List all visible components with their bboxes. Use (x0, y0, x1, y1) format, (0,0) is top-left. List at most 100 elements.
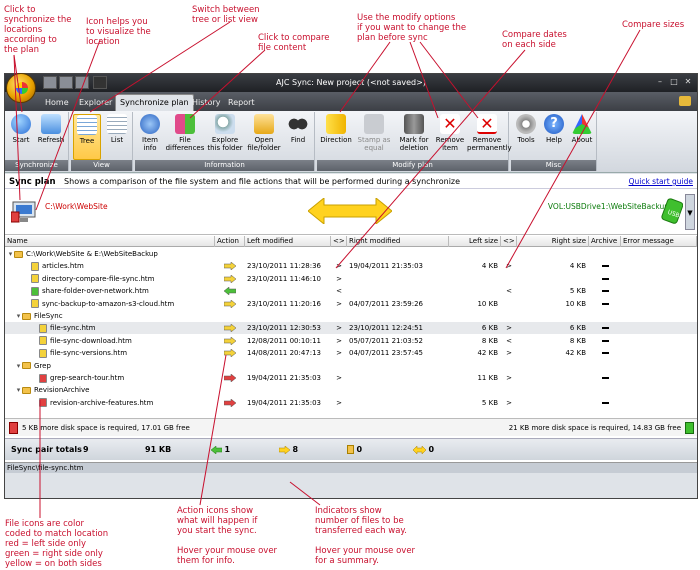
right-trash-icon (685, 422, 694, 434)
tab-report[interactable]: Report (224, 96, 259, 111)
file-row[interactable]: file-sync-versions.htm 14/08/2011 20:47:1… (5, 347, 697, 359)
file-row[interactable]: directory-compare-file-sync.htm 23/10/201… (5, 273, 697, 285)
copy-right-arrow-icon[interactable] (223, 274, 237, 284)
cell-action[interactable] (215, 347, 245, 359)
copy-right-arrow-icon[interactable] (223, 348, 237, 358)
cell-action[interactable] (215, 372, 245, 384)
cell-action[interactable] (215, 360, 245, 372)
archive-dash-icon (601, 290, 609, 293)
copy-right-arrow-icon[interactable] (223, 299, 237, 309)
cell-action[interactable] (215, 285, 245, 297)
cell-action[interactable] (215, 384, 245, 396)
file-row[interactable]: file-sync-download.htm 12/08/2011 00:10:1… (5, 335, 697, 347)
expand-icon[interactable]: ▾ (15, 310, 22, 322)
tree-view-button[interactable]: Tree (73, 114, 101, 160)
minimize-icon[interactable]: – (655, 77, 665, 87)
cell-scmp (501, 384, 517, 396)
cell-action[interactable] (215, 322, 245, 334)
file-row[interactable]: revision-archive-features.htm 19/04/2011 … (5, 397, 697, 409)
tab-synchronize-plan[interactable]: Synchronize plan (115, 94, 194, 111)
col-archive[interactable]: Archive (589, 236, 621, 247)
quick-access-save[interactable] (75, 76, 89, 89)
col-right-size[interactable]: Right size (517, 236, 589, 247)
explore-folder-button[interactable]: Explore this folder (207, 114, 243, 152)
start-button[interactable]: Start (9, 114, 33, 144)
folder-row[interactable]: ▾ RevisionArchive (5, 384, 697, 396)
about-button[interactable]: About (569, 114, 595, 144)
remove-item-button[interactable]: ✕ Remove item (435, 114, 465, 152)
expand-icon[interactable]: ▾ (15, 384, 22, 396)
col-left-size[interactable]: Left size (449, 236, 501, 247)
group-label-modify: Modify plan (317, 160, 508, 171)
group-label-misc: Misc (511, 160, 596, 171)
tab-history[interactable]: History (188, 96, 224, 111)
cell-lsize: 8 KB (481, 336, 498, 345)
help-button[interactable]: ? Help (541, 114, 567, 144)
conflicts-indicator[interactable]: 0 (412, 439, 434, 461)
quick-access-open[interactable] (59, 76, 73, 89)
col-action[interactable]: Action (215, 236, 245, 247)
location-dropdown[interactable]: ▼ (685, 194, 695, 230)
to-left-indicator[interactable]: 1 (210, 439, 230, 461)
file-row[interactable]: share-folder-over-network.htm < <5 KB (5, 285, 697, 297)
copy-right-arrow-icon[interactable] (223, 261, 237, 271)
deleted-indicator[interactable]: 0 (347, 439, 362, 461)
close-icon[interactable]: ✕ (683, 77, 693, 87)
cell-action[interactable] (215, 335, 245, 347)
maximize-icon[interactable]: □ (669, 77, 679, 87)
cell-action[interactable] (215, 260, 245, 272)
file-row[interactable]: file-sync.htm 23/10/2011 12:30:53 >23/10/2… (5, 322, 697, 335)
stamp-equal-button[interactable]: Stamp as equal (355, 114, 393, 152)
archive-dash-icon (601, 401, 609, 404)
copy-new-right-arrow-icon[interactable] (223, 373, 237, 383)
to-right-indicator[interactable]: 8 (278, 439, 298, 461)
tab-home[interactable]: Home (41, 96, 73, 111)
col-error-message[interactable]: Error message (621, 236, 697, 247)
right-location-path[interactable]: VOL:USBDrive1:\WebSiteBackup (548, 202, 669, 211)
col-size-compare[interactable]: <> (501, 236, 517, 247)
file-differences-button[interactable]: File differences (165, 114, 205, 152)
tab-explorer[interactable]: Explorer (75, 96, 116, 111)
totals-count: 9 (83, 445, 89, 454)
item-info-button[interactable]: Item info (137, 114, 163, 152)
left-location-path[interactable]: C:\Work\WebSite (45, 202, 108, 211)
cell-action[interactable] (215, 298, 245, 310)
root-row[interactable]: ▾ C:\Work\WebSite & E:\WebSiteBackup (5, 248, 697, 260)
refresh-button[interactable]: Refresh (36, 114, 66, 144)
quick-access-start[interactable] (93, 76, 107, 89)
col-right-modified[interactable]: Right modified (347, 236, 449, 247)
col-left-modified[interactable]: Left modified (245, 236, 331, 247)
file-row[interactable]: grep-search-tour.htm 19/04/2011 21:35:03 >… (5, 372, 697, 384)
copy-new-right-arrow-icon[interactable] (223, 398, 237, 408)
file-row[interactable]: sync-backup-to-amazon-s3-cloud.htm 23/10/… (5, 298, 697, 310)
options-icon[interactable] (679, 96, 691, 106)
tools-button[interactable]: Tools (513, 114, 539, 144)
trash-icon (404, 114, 424, 134)
stamp-icon (364, 114, 384, 134)
cell-action[interactable] (215, 248, 245, 260)
cell-action[interactable] (215, 273, 245, 285)
copy-right-arrow-icon[interactable] (223, 323, 237, 333)
expand-icon[interactable]: ▾ (7, 248, 14, 260)
cell-action[interactable] (215, 310, 245, 322)
expand-icon[interactable]: ▾ (15, 360, 22, 372)
cell-action[interactable] (215, 397, 245, 409)
folder-row[interactable]: ▾ FileSync (5, 310, 697, 322)
application-menu-button[interactable] (6, 73, 36, 103)
quick-access-new[interactable] (43, 76, 57, 89)
folder-row[interactable]: ▾ Grep (5, 360, 697, 372)
remove-permanently-button[interactable]: ✕ Remove permanently (467, 114, 512, 152)
cell-archive (589, 260, 621, 272)
col-date-compare[interactable]: <> (331, 236, 347, 247)
copy-left-arrow-icon[interactable] (223, 286, 237, 296)
col-name[interactable]: Name (5, 236, 215, 247)
find-button[interactable]: Find (285, 114, 311, 144)
file-row[interactable]: articles.htm 23/10/2011 11:28:36 >19/04/20… (5, 260, 697, 272)
mark-deletion-button[interactable]: Mark for deletion (395, 114, 433, 152)
direction-button[interactable]: Direction (319, 114, 353, 144)
copy-right-arrow-icon[interactable] (223, 336, 237, 346)
quick-start-link[interactable]: Quick start guide (629, 174, 693, 189)
list-view-button[interactable]: List (104, 114, 130, 144)
open-file-button[interactable]: Open file/folder (245, 114, 283, 152)
file-yellow-icon (39, 336, 47, 346)
